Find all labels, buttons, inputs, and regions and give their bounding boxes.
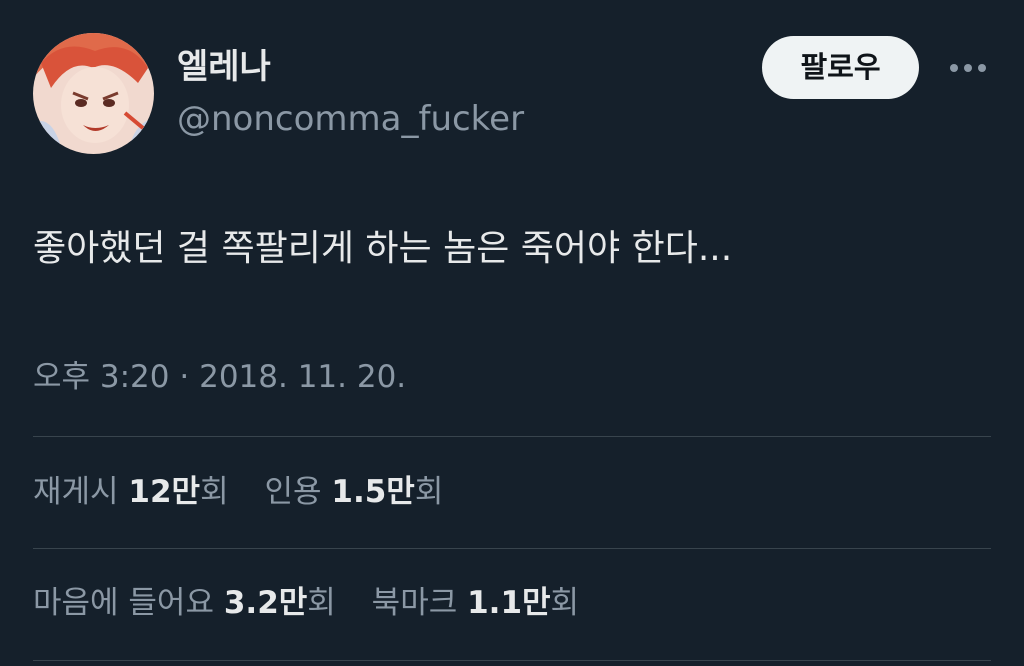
divider: [33, 436, 991, 437]
author-display-name[interactable]: 엘레나: [177, 43, 271, 91]
bookmarks-count: 1.1만: [467, 585, 551, 621]
quotes-suffix: 회: [414, 474, 444, 510]
likes-label: 마음에 들어요: [33, 585, 214, 621]
retweets-suffix: 회: [200, 474, 229, 510]
bookmarks-label: 북마크: [371, 585, 458, 621]
more-options-button[interactable]: [944, 50, 992, 86]
quotes-label: 인용: [264, 474, 322, 510]
divider: [33, 660, 991, 661]
retweets-count: 12만: [128, 474, 201, 510]
stats-row-shares: 재게시 12만회 인용 1.5만회: [33, 468, 469, 516]
tweet-date: 2018. 11. 20.: [199, 359, 407, 395]
quotes-stat[interactable]: 인용 1.5만회: [264, 468, 443, 516]
follow-button[interactable]: 팔로우: [762, 36, 919, 99]
bookmarks-suffix: 회: [550, 585, 580, 621]
tweet-time: 오후 3:20: [33, 359, 170, 395]
avatar-image: [33, 33, 154, 154]
likes-stat[interactable]: 마음에 들어요 3.2만회: [33, 579, 336, 627]
bookmarks-stat[interactable]: 북마크 1.1만회: [372, 579, 579, 627]
more-horizontal-icon: [950, 64, 986, 72]
author-handle[interactable]: @noncomma_fucker: [177, 96, 524, 142]
tweet-timestamp[interactable]: 오후 3:20 · 2018. 11. 20.: [33, 353, 406, 401]
retweets-stat[interactable]: 재게시 12만회: [33, 468, 229, 516]
retweets-label: 재게시: [33, 474, 119, 510]
avatar[interactable]: [33, 33, 154, 154]
likes-count: 3.2만: [223, 585, 308, 621]
divider: [33, 548, 991, 549]
tweet-text: 좋아했던 걸 쪽팔리게 하는 놈은 죽어야 한다...: [33, 228, 733, 269]
quotes-count: 1.5만: [331, 474, 415, 510]
stats-row-engagement: 마음에 들어요 3.2만회 북마크 1.1만회: [33, 579, 605, 627]
timestamp-separator: ·: [179, 359, 190, 395]
likes-suffix: 회: [307, 585, 336, 621]
tweet-detail: 엘레나 @noncomma_fucker 팔로우 좋아했던 걸 쪽팔리게 하는 …: [0, 0, 1024, 666]
